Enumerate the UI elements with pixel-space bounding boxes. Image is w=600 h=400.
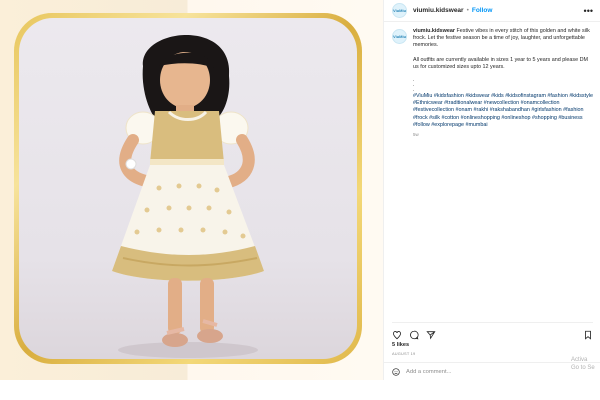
follow-button[interactable]: Follow	[472, 7, 493, 14]
post-date: AUGUST 19	[392, 351, 416, 356]
post-image-area	[0, 0, 383, 380]
post-header: ViuMiu viumiu.kidswear • Follow •••	[384, 0, 600, 22]
watermark-line2: Go to Se	[571, 365, 595, 371]
more-options-icon[interactable]: •••	[584, 6, 593, 16]
girl-in-frock-image	[112, 35, 264, 358]
share-icon[interactable]	[426, 330, 436, 340]
avatar-label: ViuMiu	[392, 33, 407, 39]
bottom-strip	[0, 380, 600, 400]
heart-icon[interactable]	[392, 330, 402, 340]
emoji-icon[interactable]	[392, 367, 400, 376]
caption-block: ViuMiu viumiu.kidswear Festive vibes in …	[384, 22, 600, 138]
bookmark-icon[interactable]	[583, 330, 593, 340]
profile-avatar[interactable]: ViuMiu	[392, 3, 407, 18]
comment-icon[interactable]	[409, 330, 419, 340]
post-actions-bar	[392, 322, 593, 343]
comment-bar: Add a comment...	[384, 362, 600, 380]
caption-text-line2: All outfits are currently available in s…	[413, 56, 588, 70]
post-username-link[interactable]: viumiu.kidswear	[413, 7, 464, 14]
caption-avatar[interactable]: ViuMiu	[392, 29, 407, 44]
gold-frame	[14, 13, 362, 364]
hashtag-list[interactable]: #ViuMiu #kidsfashion #kidswear #kids #ki…	[413, 93, 593, 129]
post-photo[interactable]	[19, 18, 357, 359]
post-details-panel: ViuMiu viumiu.kidswear • Follow ••• ViuM…	[383, 0, 600, 380]
activate-windows-watermark: Activa Go to Se	[571, 356, 595, 372]
comment-input[interactable]: Add a comment...	[406, 369, 451, 375]
likes-count[interactable]: 5 likes	[392, 342, 409, 348]
caption-username-link[interactable]: viumiu.kidswear	[413, 28, 455, 34]
watermark-line1: Activa	[571, 357, 588, 363]
post-time-ago: 5w	[413, 132, 419, 138]
separator-dot: •	[466, 7, 469, 14]
avatar-label: ViuMiu	[392, 8, 407, 13]
caption-dots: . . .	[413, 77, 415, 94]
